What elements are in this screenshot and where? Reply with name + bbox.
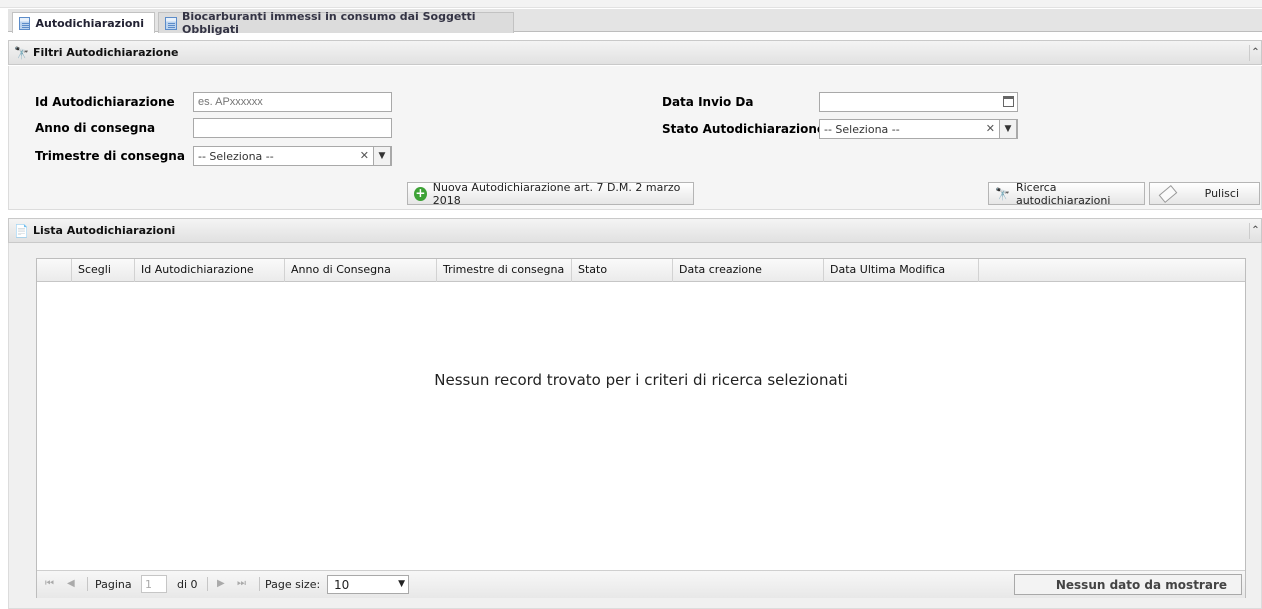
empty-message: Nessun record trovato per i criteri di r… [434, 371, 848, 389]
grid-col-spacer [37, 259, 72, 282]
grid-icon [19, 16, 31, 30]
clear-button[interactable]: Pulisci [1149, 182, 1260, 205]
chevron-down-icon[interactable]: ▼ [373, 146, 391, 166]
id-label: Id Autodichiarazione [35, 95, 175, 109]
grid-header: Scegli Id Autodichiarazione Anno di Cons… [37, 259, 1245, 282]
search-button[interactable]: 🔭 Ricerca autodichiarazioni [988, 180, 1145, 207]
eraser-icon [1158, 184, 1178, 203]
page-label: Pagina [95, 578, 132, 591]
id-input[interactable] [193, 92, 392, 112]
clear-icon[interactable]: ✕ [986, 122, 995, 135]
first-page-icon[interactable]: ⏮ [45, 578, 54, 589]
filters-header: 🔭 Filtri Autodichiarazione ⌃ [8, 40, 1262, 65]
separator [207, 577, 208, 591]
stato-select[interactable]: -- Seleziona -- ✕ ▼ [819, 119, 1018, 139]
separator [87, 577, 88, 591]
stato-value: -- Seleziona -- [824, 123, 900, 136]
trimestre-select[interactable]: -- Seleziona -- ✕ ▼ [193, 146, 392, 166]
tab-autodichiarazioni[interactable]: Autodichiarazioni [12, 12, 155, 33]
new-button-label: Nuova Autodichiarazione art. 7 D.M. 2 ma… [432, 180, 681, 207]
filters-title: Filtri Autodichiarazione [32, 46, 179, 59]
chevron-down-icon[interactable]: ▼ [999, 119, 1017, 139]
page-size-label: Page size: [265, 578, 321, 591]
col-id[interactable]: Id Autodichiarazione [135, 259, 285, 282]
clear-icon[interactable]: ✕ [360, 149, 369, 162]
last-page-icon[interactable]: ⏭ [237, 578, 246, 589]
tab-label: Biocarburanti immessi in consumo dai Sog… [181, 10, 476, 36]
trimestre-value: -- Seleziona -- [198, 150, 274, 163]
pager: ⏮ ◀ Pagina 1 di 0 ▶ ⏭ Page size: 10 ▼ Ne… [37, 570, 1245, 598]
top-strip [0, 0, 1262, 8]
prev-page-icon[interactable]: ◀ [67, 578, 75, 589]
col-scegli[interactable]: Scegli [72, 259, 135, 282]
calendar-icon[interactable] [1003, 96, 1014, 107]
search-button-label: Ricerca autodichiarazioni [1015, 180, 1111, 207]
trimestre-label: Trimestre di consegna [35, 149, 185, 163]
double-chevron-up-icon[interactable]: ⌃ [1249, 223, 1261, 239]
clear-button-label: Pulisci [1204, 187, 1239, 200]
col-data-creazione[interactable]: Data creazione [673, 259, 824, 282]
pager-status: Nessun dato da mostrare [1014, 574, 1242, 595]
col-trimestre[interactable]: Trimestre di consegna [437, 259, 572, 282]
binoculars-icon: 🔭 [995, 186, 1010, 201]
list-icon: 📄 [14, 223, 29, 238]
page-size-select[interactable]: 10 ▼ [327, 575, 409, 594]
page-input[interactable]: 1 [141, 575, 167, 593]
binoculars-icon: 🔭 [14, 45, 29, 60]
col-anno[interactable]: Anno di Consegna [285, 259, 437, 282]
page-size-value: 10 [334, 578, 350, 592]
tab-biocarburanti[interactable]: Biocarburanti immessi in consumo dai Sog… [158, 10, 514, 36]
tab-label: Autodichiarazioni [35, 16, 144, 30]
col-stato[interactable]: Stato [572, 259, 673, 282]
separator [259, 577, 260, 591]
chevron-down-icon: ▼ [398, 579, 405, 589]
grid-icon [165, 16, 177, 30]
data-invio-input[interactable] [819, 92, 1018, 112]
next-page-icon[interactable]: ▶ [217, 578, 225, 589]
list-title: Lista Autodichiarazioni [32, 224, 176, 237]
list-header: 📄 Lista Autodichiarazioni ⌃ [8, 218, 1262, 243]
anno-input[interactable] [193, 118, 392, 138]
results-grid: Scegli Id Autodichiarazione Anno di Cons… [36, 258, 1246, 598]
new-autodichiarazione-button[interactable]: + Nuova Autodichiarazione art. 7 D.M. 2 … [407, 180, 694, 207]
data-invio-label: Data Invio Da [662, 95, 754, 109]
tab-bar: Autodichiarazioni Biocarburanti immessi … [8, 9, 1262, 36]
double-chevron-up-icon[interactable]: ⌃ [1249, 45, 1261, 61]
page-count: di 0 [177, 578, 198, 591]
stato-label: Stato Autodichiarazione [662, 122, 826, 136]
col-data-modifica[interactable]: Data Ultima Modifica [824, 259, 979, 282]
plus-icon: + [414, 185, 427, 201]
anno-label: Anno di consegna [35, 121, 156, 135]
